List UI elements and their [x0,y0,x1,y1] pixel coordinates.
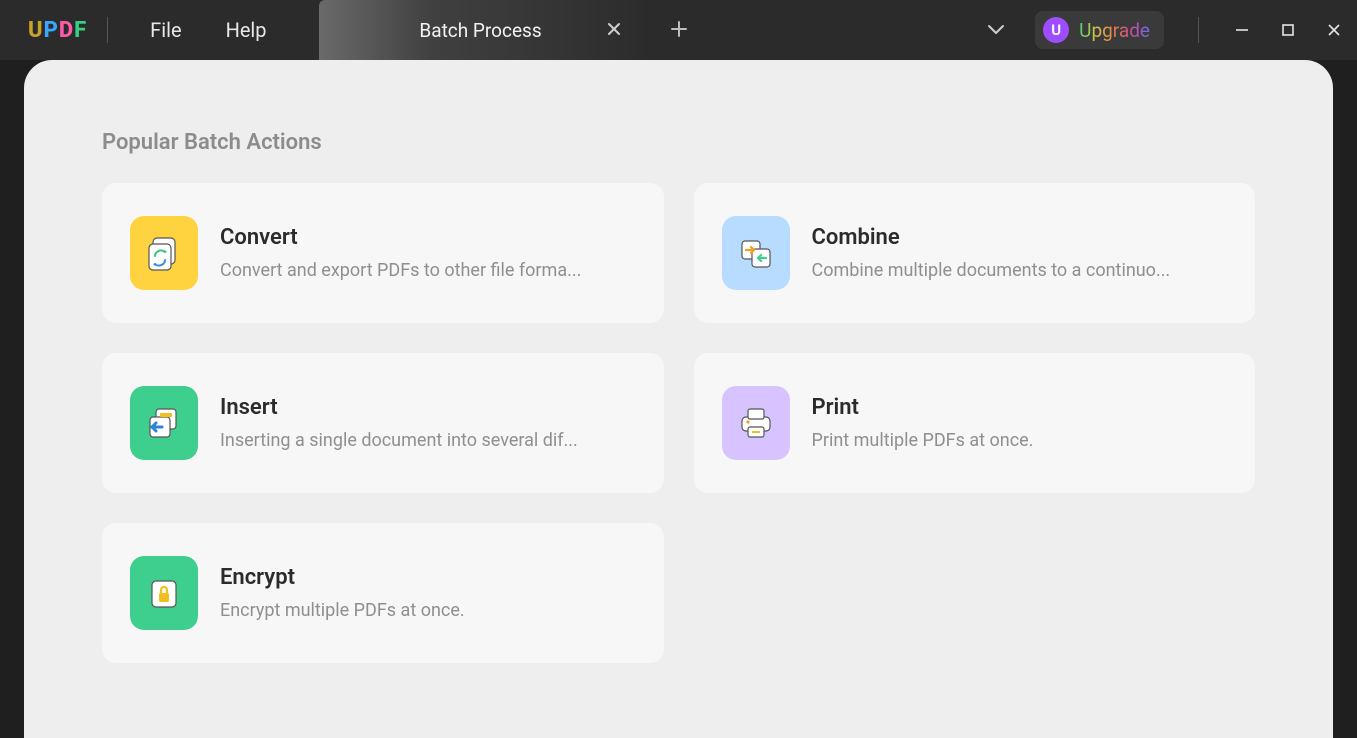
titlebar: U P D F File Help Batch Process U Upgrad… [0,0,1357,60]
card-desc: Convert and export PDFs to other file fo… [220,260,636,281]
minimize-icon [1235,23,1249,37]
logo-letter-p: P [44,18,59,43]
plus-icon [671,21,687,37]
card-desc: Print multiple PDFs at once. [812,430,1228,451]
separator [107,17,108,43]
card-combine[interactable]: Combine Combine multiple documents to a … [694,183,1256,323]
main-content: Popular Batch Actions Convert Convert an… [24,60,1333,738]
logo-letter-d: D [59,18,74,43]
close-icon [1327,23,1341,37]
tab-close-button[interactable] [607,20,621,41]
card-title: Convert [220,225,636,250]
card-title: Encrypt [220,565,636,590]
insert-icon-tile [130,386,198,460]
upgrade-button[interactable]: U Upgrade [1035,11,1164,49]
convert-icon [143,232,185,274]
tab-batch-process[interactable]: Batch Process [319,0,643,60]
maximize-icon [1281,23,1295,37]
card-text: Combine Combine multiple documents to a … [812,225,1228,281]
menu-help[interactable]: Help [204,0,289,60]
encrypt-icon-tile [130,556,198,630]
window-close-button[interactable] [1311,0,1357,60]
tab-overflow-button[interactable] [987,21,1005,40]
lock-icon [142,571,186,615]
section-title: Popular Batch Actions [102,130,1255,155]
window-controls-group: U Upgrade [987,0,1357,60]
upgrade-label: Upgrade [1079,19,1150,42]
close-icon [607,22,621,36]
chevron-down-icon [987,24,1005,36]
logo-letter-f: F [74,18,87,43]
card-print[interactable]: Print Print multiple PDFs at once. [694,353,1256,493]
card-desc: Inserting a single document into several… [220,430,636,451]
cards-grid: Convert Convert and export PDFs to other… [102,183,1255,663]
card-desc: Encrypt multiple PDFs at once. [220,600,636,621]
card-text: Convert Convert and export PDFs to other… [220,225,636,281]
combine-icon [734,231,778,275]
window-minimize-button[interactable] [1219,0,1265,60]
card-encrypt[interactable]: Encrypt Encrypt multiple PDFs at once. [102,523,664,663]
combine-icon-tile [722,216,790,290]
card-text: Insert Inserting a single document into … [220,395,636,451]
card-desc: Combine multiple documents to a continuo… [812,260,1228,281]
print-icon-tile [722,386,790,460]
window-maximize-button[interactable] [1265,0,1311,60]
insert-icon [142,401,186,445]
card-text: Encrypt Encrypt multiple PDFs at once. [220,565,636,621]
tab-title: Batch Process [419,19,541,42]
card-insert[interactable]: Insert Inserting a single document into … [102,353,664,493]
menu-file[interactable]: File [128,0,203,60]
card-title: Combine [812,225,1228,250]
card-title: Insert [220,395,636,420]
user-avatar: U [1043,17,1069,43]
app-logo: U P D F [28,18,87,43]
convert-icon-tile [130,216,198,290]
card-title: Print [812,395,1228,420]
card-text: Print Print multiple PDFs at once. [812,395,1228,451]
new-tab-button[interactable] [671,18,687,43]
card-convert[interactable]: Convert Convert and export PDFs to other… [102,183,664,323]
logo-letter-u: U [28,18,44,43]
separator [1198,17,1199,43]
print-icon [734,401,778,445]
